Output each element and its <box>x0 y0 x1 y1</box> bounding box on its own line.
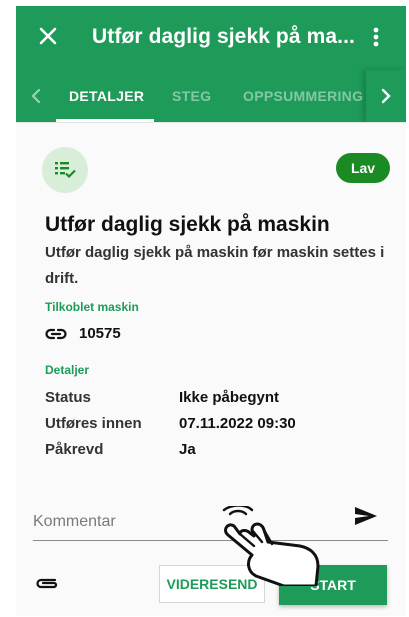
task-icon-circle <box>42 147 88 193</box>
chevron-right-icon <box>381 88 391 104</box>
details-section-label: Detaljer <box>45 363 90 377</box>
detail-value: Ja <box>179 441 196 458</box>
task-title: Utfør daglig sjekk på maskin <box>45 213 330 236</box>
task-description: Utfør daglig sjekk på maskin før maskin … <box>45 244 385 287</box>
app-bar: Utfør daglig sjekk på ma... <box>16 6 406 70</box>
app-window: Utfør daglig sjekk på ma... DETALJER STE… <box>16 6 406 616</box>
task-card: Lav Utfør daglig sjekk på maskin Utfør d… <box>16 122 406 616</box>
more-vert-icon[interactable] <box>366 22 386 52</box>
page-title: Utfør daglig sjekk på ma... <box>92 25 355 48</box>
detail-key: Status <box>45 389 91 406</box>
send-icon[interactable] <box>353 505 379 527</box>
detail-value: Ikke påbegynt <box>179 389 280 406</box>
tab-oppsummering[interactable]: OPPSUMMERING <box>243 88 363 104</box>
detail-row-due: Utføres innen 07.11.2022 09:30 <box>45 415 385 435</box>
tab-detaljer[interactable]: DETALJER <box>69 88 144 104</box>
attachment-icon[interactable] <box>34 575 60 591</box>
tab-scroll-right-button[interactable] <box>366 70 406 122</box>
detail-key: Utføres innen <box>45 415 142 432</box>
detail-row-required: Påkrevd Ja <box>45 441 385 461</box>
machine-id: 10575 <box>79 325 121 342</box>
detail-key: Påkrevd <box>45 441 104 458</box>
tap-gesture-hand-icon <box>222 506 320 586</box>
comment-field[interactable] <box>33 501 388 541</box>
chevron-left-icon[interactable] <box>26 84 46 108</box>
detail-row-status: Status Ikke påbegynt <box>45 389 385 409</box>
tab-bar: DETALJER STEG OPPSUMMERING <box>16 70 406 122</box>
checklist-icon <box>55 162 76 179</box>
close-icon[interactable] <box>34 22 62 50</box>
tab-steg[interactable]: STEG <box>172 88 211 104</box>
link-icon <box>45 328 67 340</box>
machine-section-label: Tilkoblet maskin <box>45 300 139 314</box>
detail-value: 07.11.2022 09:30 <box>179 415 296 432</box>
priority-badge: Lav <box>336 153 390 183</box>
